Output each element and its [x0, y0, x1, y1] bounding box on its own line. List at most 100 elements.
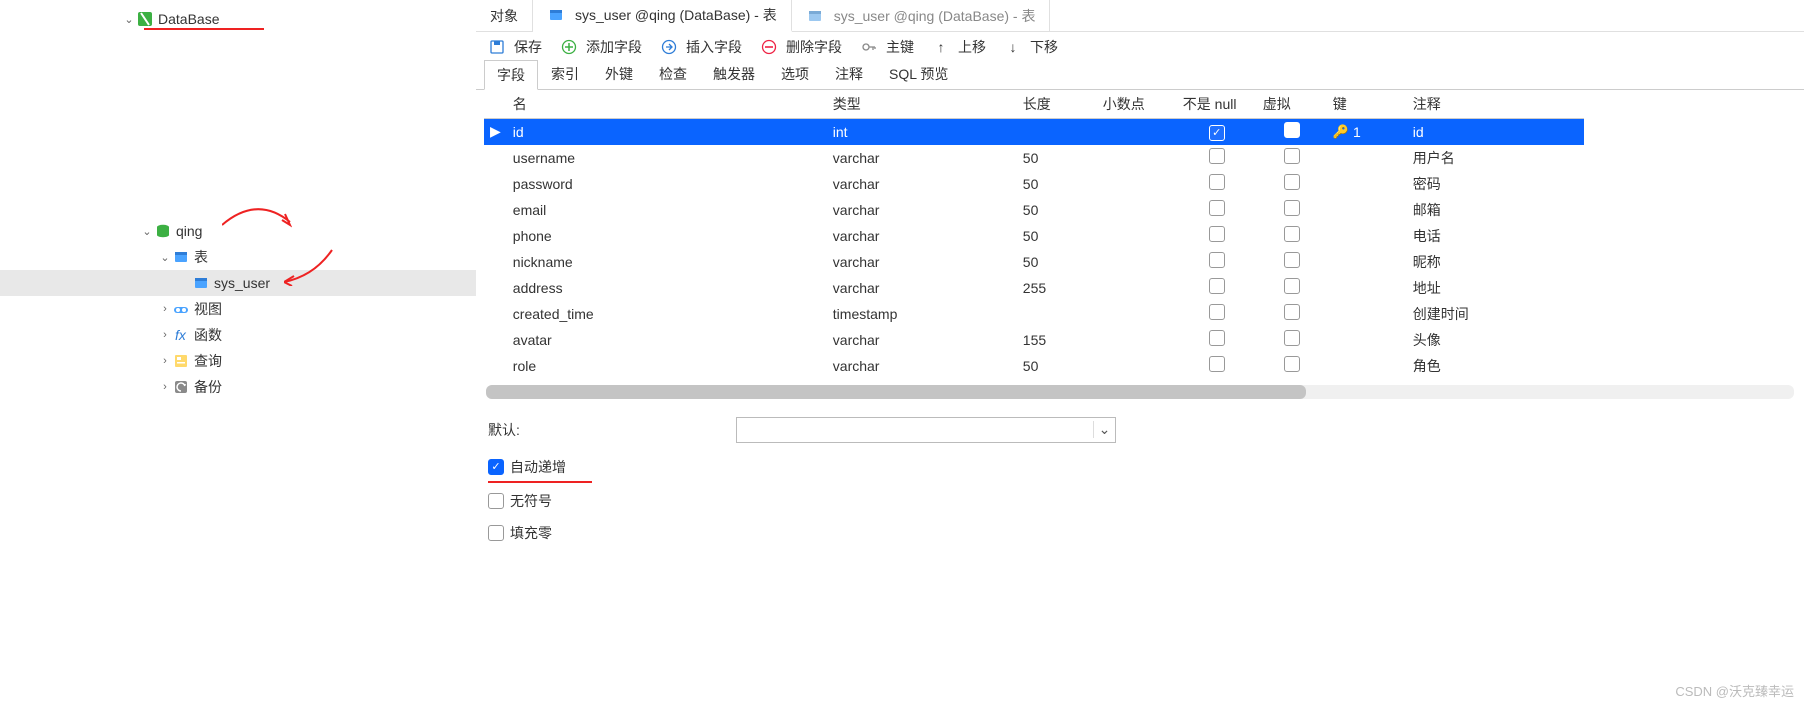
cell-length[interactable]: 50	[1017, 171, 1097, 197]
cell-decimal[interactable]	[1097, 197, 1177, 223]
cell-notnull[interactable]	[1177, 249, 1257, 275]
tab-objects[interactable]: 对象	[476, 0, 533, 32]
col-notnull[interactable]: 不是 null	[1177, 90, 1257, 119]
cell-type[interactable]: timestamp	[827, 301, 1017, 327]
cell-name[interactable]: avatar	[507, 327, 827, 353]
cell-length[interactable]: 255	[1017, 275, 1097, 301]
default-input[interactable]	[737, 422, 1093, 438]
cell-key[interactable]: 🔑1	[1327, 119, 1407, 145]
save-button[interactable]: 保存	[488, 37, 542, 57]
cell-virtual[interactable]	[1257, 145, 1327, 171]
cell-virtual[interactable]	[1257, 301, 1327, 327]
cell-name[interactable]: password	[507, 171, 827, 197]
cell-decimal[interactable]	[1097, 301, 1177, 327]
col-name[interactable]: 名	[507, 90, 827, 119]
notnull-checkbox[interactable]	[1209, 200, 1225, 216]
table-row[interactable]: emailvarchar50邮箱	[484, 197, 1584, 223]
cell-virtual[interactable]	[1257, 119, 1327, 145]
zerofill-checkbox[interactable]	[488, 525, 504, 541]
move-up-button[interactable]: ↑ 上移	[932, 37, 986, 57]
table-row[interactable]: phonevarchar50电话	[484, 223, 1584, 249]
cell-length[interactable]	[1017, 301, 1097, 327]
cell-decimal[interactable]	[1097, 353, 1177, 379]
cell-notnull[interactable]	[1177, 171, 1257, 197]
cell-virtual[interactable]	[1257, 171, 1327, 197]
virtual-checkbox[interactable]	[1284, 278, 1300, 294]
cell-length[interactable]: 155	[1017, 327, 1097, 353]
col-type[interactable]: 类型	[827, 90, 1017, 119]
cell-notnull[interactable]	[1177, 327, 1257, 353]
cell-name[interactable]: email	[507, 197, 827, 223]
tab-designer-active[interactable]: sys_user @qing (DataBase) - 表	[533, 0, 792, 32]
virtual-checkbox[interactable]	[1284, 330, 1300, 346]
cell-type[interactable]: varchar	[827, 249, 1017, 275]
move-down-button[interactable]: ↓ 下移	[1004, 37, 1058, 57]
subtab-checks[interactable]: 检查	[646, 59, 700, 89]
cell-name[interactable]: phone	[507, 223, 827, 249]
cell-name[interactable]: created_time	[507, 301, 827, 327]
cell-length[interactable]: 50	[1017, 223, 1097, 249]
cell-decimal[interactable]	[1097, 171, 1177, 197]
cell-name[interactable]: nickname	[507, 249, 827, 275]
cell-length[interactable]: 50	[1017, 249, 1097, 275]
scrollbar-thumb[interactable]	[486, 385, 1306, 399]
cell-virtual[interactable]	[1257, 249, 1327, 275]
cell-notnull[interactable]	[1177, 223, 1257, 249]
cell-key[interactable]	[1327, 249, 1407, 275]
cell-notnull[interactable]	[1177, 119, 1257, 145]
cell-length[interactable]	[1017, 119, 1097, 145]
cell-length[interactable]: 50	[1017, 353, 1097, 379]
table-row[interactable]: ▶idint🔑1id	[484, 119, 1584, 145]
subtab-comments[interactable]: 注释	[822, 59, 876, 89]
default-combobox[interactable]: ⌄	[736, 417, 1116, 443]
cell-virtual[interactable]	[1257, 353, 1327, 379]
horizontal-scrollbar[interactable]	[486, 385, 1794, 399]
notnull-checkbox[interactable]	[1209, 125, 1225, 141]
cell-name[interactable]: role	[507, 353, 827, 379]
unsigned-checkbox[interactable]	[488, 493, 504, 509]
cell-notnull[interactable]	[1177, 145, 1257, 171]
table-row[interactable]: nicknamevarchar50 昵称	[484, 249, 1584, 275]
virtual-checkbox[interactable]	[1284, 356, 1300, 372]
zerofill-row[interactable]: 填充零	[488, 523, 1792, 543]
col-virtual[interactable]: 虚拟	[1257, 90, 1327, 119]
subtab-fields[interactable]: 字段	[484, 60, 538, 90]
cell-length[interactable]: 50	[1017, 197, 1097, 223]
cell-comment[interactable]: 昵称	[1407, 249, 1584, 275]
cell-comment[interactable]: 角色	[1407, 353, 1584, 379]
cell-type[interactable]: varchar	[827, 145, 1017, 171]
cell-decimal[interactable]	[1097, 223, 1177, 249]
cell-type[interactable]: varchar	[827, 223, 1017, 249]
cell-notnull[interactable]	[1177, 275, 1257, 301]
col-decimal[interactable]: 小数点	[1097, 90, 1177, 119]
cell-decimal[interactable]	[1097, 119, 1177, 145]
cell-decimal[interactable]	[1097, 327, 1177, 353]
cell-comment[interactable]: 地址	[1407, 275, 1584, 301]
notnull-checkbox[interactable]	[1209, 148, 1225, 164]
cell-type[interactable]: int	[827, 119, 1017, 145]
cell-key[interactable]	[1327, 301, 1407, 327]
tree-backups[interactable]: › 备份	[0, 374, 476, 400]
cell-virtual[interactable]	[1257, 197, 1327, 223]
tree-views[interactable]: › 视图	[0, 296, 476, 322]
cell-comment[interactable]: 创建时间	[1407, 301, 1584, 327]
cell-comment[interactable]: 头像	[1407, 327, 1584, 353]
cell-comment[interactable]: 用户名	[1407, 145, 1584, 171]
cell-decimal[interactable]	[1097, 145, 1177, 171]
add-field-button[interactable]: 添加字段	[560, 37, 642, 57]
cell-key[interactable]	[1327, 275, 1407, 301]
primary-key-button[interactable]: 主键	[860, 37, 914, 57]
cell-key[interactable]	[1327, 327, 1407, 353]
subtab-triggers[interactable]: 触发器	[700, 59, 768, 89]
insert-field-button[interactable]: 插入字段	[660, 37, 742, 57]
chevron-down-icon[interactable]: ⌄	[1093, 421, 1115, 438]
notnull-checkbox[interactable]	[1209, 330, 1225, 346]
delete-field-button[interactable]: 删除字段	[760, 37, 842, 57]
virtual-checkbox[interactable]	[1284, 148, 1300, 164]
cell-name[interactable]: username	[507, 145, 827, 171]
cell-notnull[interactable]	[1177, 301, 1257, 327]
tab-designer-inactive[interactable]: sys_user @qing (DataBase) - 表	[792, 0, 1051, 32]
virtual-checkbox[interactable]	[1284, 122, 1300, 138]
tree-functions[interactable]: › fx 函数	[0, 322, 476, 348]
cell-key[interactable]	[1327, 145, 1407, 171]
